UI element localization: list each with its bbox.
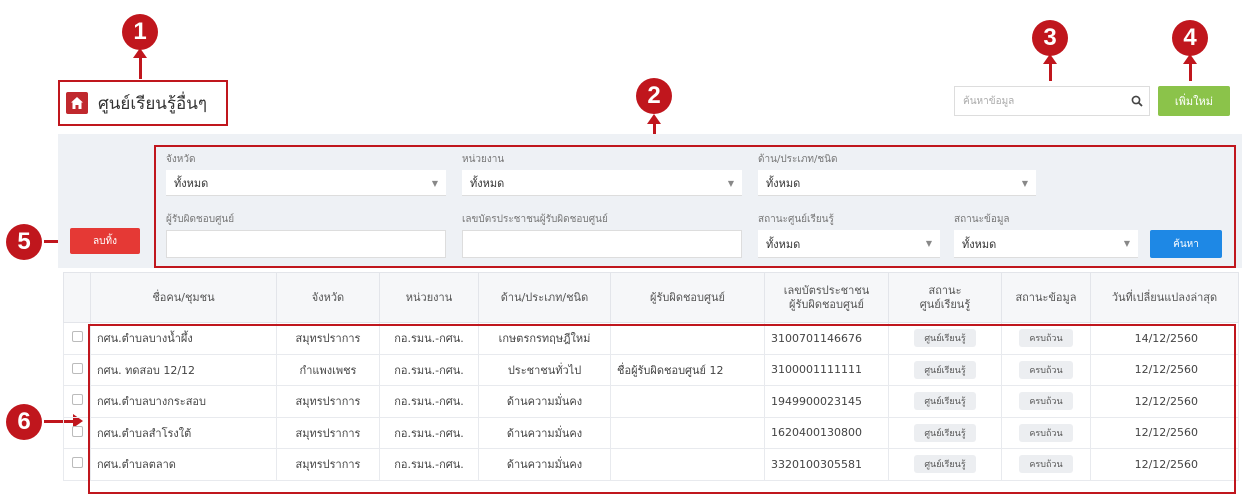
filter-owner-input[interactable] (166, 230, 446, 258)
filter-agency-label: หน่วยงาน (462, 154, 505, 165)
column-header[interactable]: สถานะข้อมูล (1001, 272, 1091, 323)
filter-province-label: จังหวัด (166, 154, 196, 165)
filter-province-select[interactable]: ทั้งหมด ▼ (166, 170, 446, 196)
column-header[interactable]: ด้าน/ประเภท/ชนิด (478, 272, 611, 323)
annotation-arrow-3 (1043, 54, 1057, 81)
row-checkbox-cell[interactable] (63, 448, 91, 481)
column-header[interactable]: ชื่อคน/ชุมชน (90, 272, 277, 323)
row-checkbox[interactable] (71, 457, 83, 469)
reset-button[interactable]: ลบทิ้ง (70, 228, 140, 254)
annotation-box-rows (88, 324, 1236, 494)
row-checkbox-cell[interactable] (63, 385, 91, 418)
row-checkbox-cell[interactable] (63, 322, 91, 355)
filter-province-value: ทั้งหมด (174, 176, 209, 190)
annotation-marker-1: 1 (122, 14, 158, 50)
filter-data-status-select[interactable]: ทั้งหมด ▼ (954, 230, 1138, 258)
annotation-marker-2: 2 (636, 78, 672, 114)
chevron-down-icon: ▼ (431, 179, 438, 188)
chevron-down-icon: ▼ (727, 179, 734, 188)
filter-data-status-value: ทั้งหมด (962, 237, 997, 251)
table-header-row: ชื่อคน/ชุมชน จังหวัด หน่วยงาน ด้าน/ประเภ… (63, 272, 1239, 323)
filter-data-status-label: สถานะข้อมูล (954, 214, 1010, 225)
filter-center-status-value: ทั้งหมด (766, 237, 801, 251)
column-header[interactable]: วันที่เปลี่ยนแปลงล่าสุด (1090, 272, 1239, 323)
annotation-marker-4: 4 (1172, 20, 1208, 56)
search-box[interactable] (954, 86, 1150, 116)
column-header[interactable]: ผู้รับผิดชอบศูนย์ (610, 272, 765, 323)
column-header[interactable]: จังหวัด (276, 272, 380, 323)
chevron-down-icon: ▼ (1021, 179, 1028, 188)
filter-owner-id-label: เลขบัตรประชาชนผู้รับผิดชอบศูนย์ (462, 214, 608, 225)
filter-category-select[interactable]: ทั้งหมด ▼ (758, 170, 1036, 196)
search-input[interactable] (955, 87, 1125, 115)
annotation-marker-5: 5 (6, 224, 42, 260)
annotation-box-title (58, 80, 228, 126)
filter-owner-label: ผู้รับผิดชอบศูนย์ (166, 214, 235, 225)
row-checkbox-cell[interactable] (63, 416, 91, 449)
filter-center-status-select[interactable]: ทั้งหมด ▼ (758, 230, 940, 258)
column-header[interactable]: สถานะ ศูนย์เรียนรู้ (888, 272, 1002, 323)
row-checkbox[interactable] (71, 394, 83, 406)
annotation-marker-3: 3 (1032, 20, 1068, 56)
select-all-column (63, 272, 91, 323)
row-checkbox-cell[interactable] (63, 353, 91, 386)
filter-category-label: ด้าน/ประเภท/ชนิด (758, 154, 838, 165)
filter-agency-value: ทั้งหมด (470, 176, 505, 190)
row-checkbox[interactable] (71, 362, 83, 374)
add-new-button[interactable]: เพิ่มใหม่ (1158, 86, 1230, 116)
column-header[interactable]: หน่วยงาน (379, 272, 479, 323)
chevron-down-icon: ▼ (1123, 239, 1130, 248)
row-checkbox[interactable] (71, 331, 83, 343)
annotation-marker-6: 6 (6, 404, 42, 440)
annotation-arrow-4 (1183, 54, 1197, 81)
filter-owner-id-input[interactable] (462, 230, 742, 258)
chevron-down-icon: ▼ (925, 239, 932, 248)
column-header[interactable]: เลขบัตรประชาชน ผู้รับผิดชอบศูนย์ (764, 272, 889, 323)
filter-category-value: ทั้งหมด (766, 176, 801, 190)
annotation-arrow-1 (133, 48, 147, 79)
filter-center-status-label: สถานะศูนย์เรียนรู้ (758, 214, 834, 225)
row-checkbox[interactable] (71, 425, 83, 437)
search-icon[interactable] (1125, 95, 1149, 107)
filter-agency-select[interactable]: ทั้งหมด ▼ (462, 170, 742, 196)
search-button[interactable]: ค้นหา (1150, 230, 1222, 258)
